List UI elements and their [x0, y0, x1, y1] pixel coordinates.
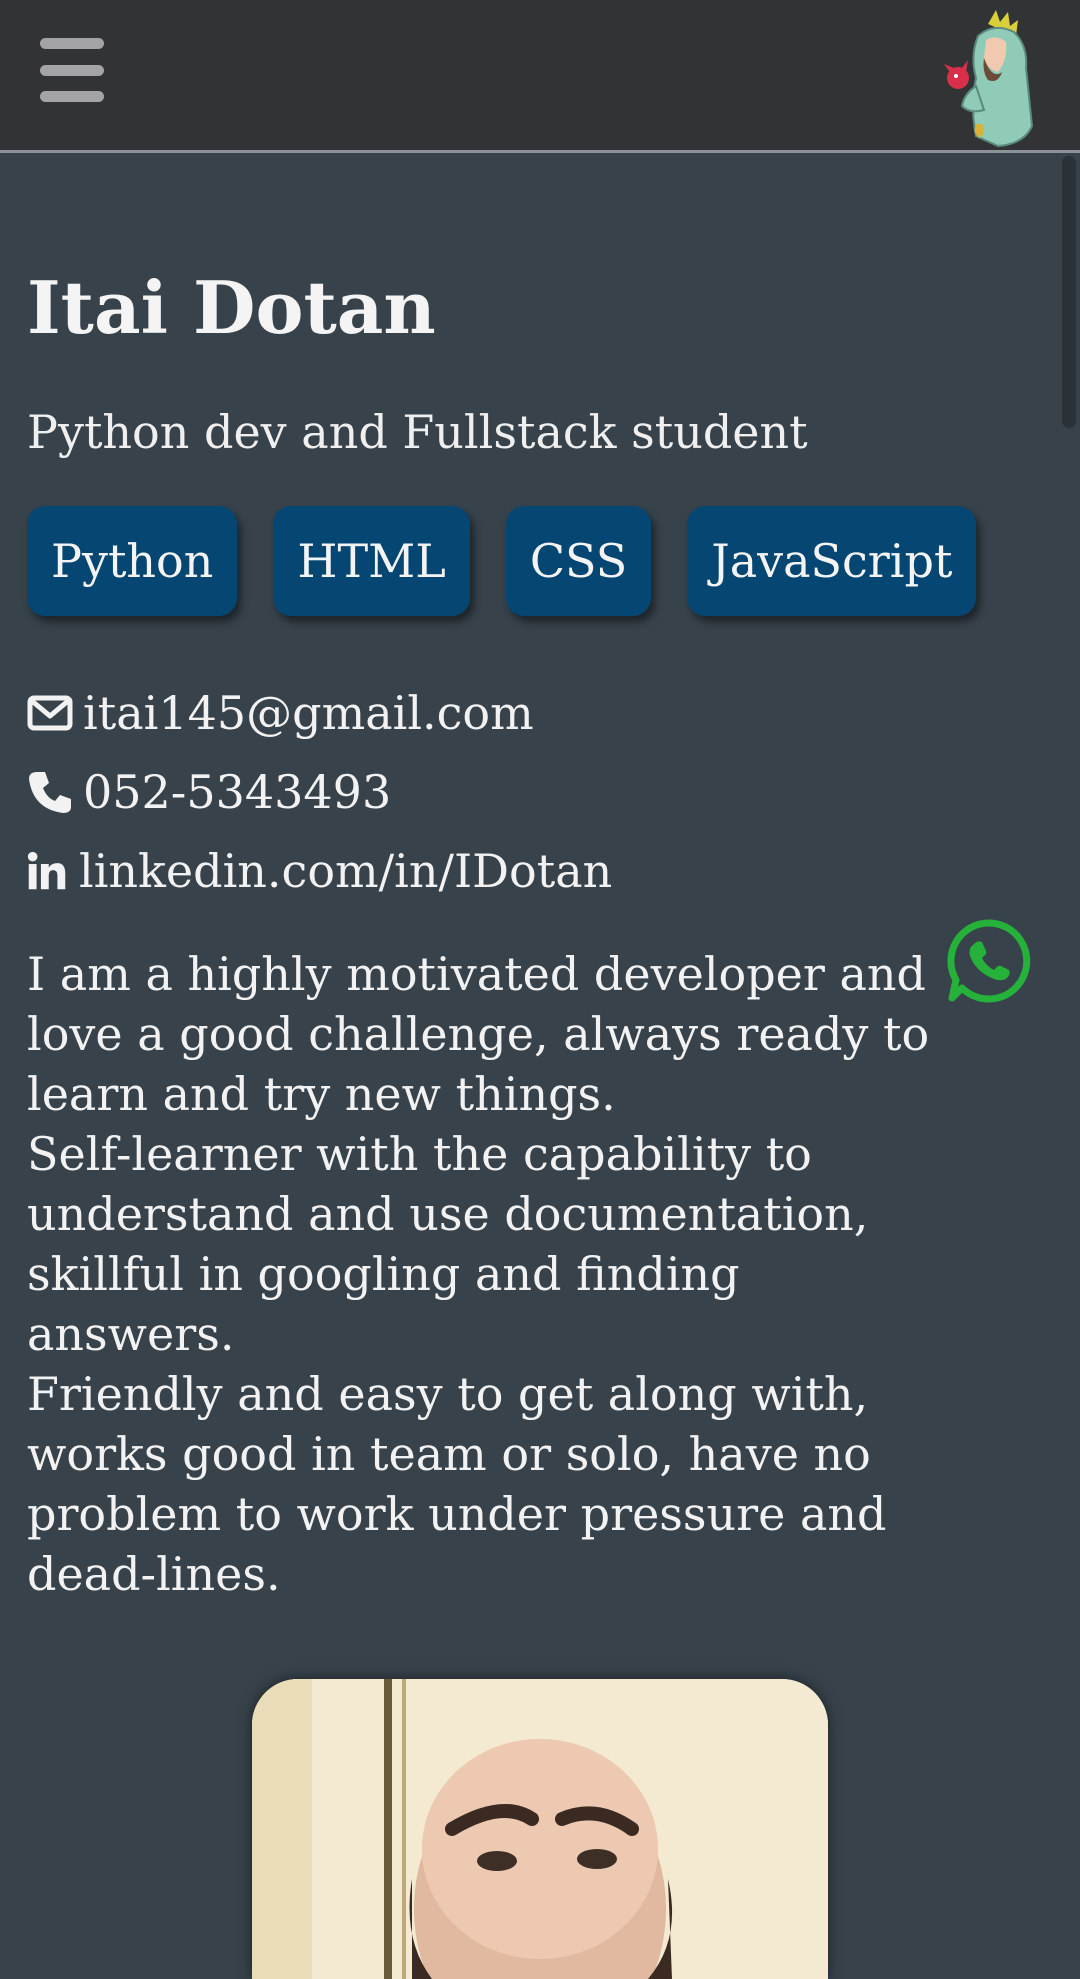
- phone-number[interactable]: 052-5343493: [83, 757, 391, 827]
- hamburger-line: [40, 91, 104, 102]
- linkedin-icon: [27, 851, 66, 890]
- about-paragraph: I am a highly motivated developer and lo…: [27, 947, 930, 1121]
- about-section: I am a highly motivated developer and lo…: [27, 944, 947, 1604]
- skill-button-html[interactable]: HTML: [273, 506, 470, 616]
- character-logo-icon[interactable]: [936, 6, 1046, 148]
- portrait-image: [252, 1679, 828, 1979]
- contact-linkedin[interactable]: linkedin.com/in/IDotan: [27, 836, 947, 906]
- profile-name: Itai Dotan: [27, 265, 436, 350]
- skills-list: Python HTML CSS JavaScript: [27, 506, 977, 616]
- whatsapp-icon[interactable]: [946, 918, 1032, 1004]
- scrollbar-thumb[interactable]: [1062, 156, 1076, 428]
- hamburger-line: [40, 64, 104, 76]
- profile-photo: [252, 1679, 828, 1979]
- phone-icon: [29, 772, 71, 813]
- skill-button-css[interactable]: CSS: [505, 506, 652, 616]
- hamburger-line: [40, 38, 104, 49]
- top-navigation-bar: [0, 0, 1080, 153]
- about-paragraph: Self-learner with the capability to unde…: [27, 1127, 869, 1361]
- envelope-icon: [27, 695, 73, 731]
- contact-email[interactable]: itai145@gmail.com: [27, 678, 947, 748]
- hamburger-menu-icon[interactable]: [40, 38, 104, 102]
- contact-list: itai145@gmail.com 052-5343493 linkedin.c…: [27, 678, 947, 906]
- page-scrollbar[interactable]: [1062, 156, 1076, 1920]
- profile-content: Itai Dotan Python dev and Fullstack stud…: [27, 260, 977, 1604]
- linkedin-link[interactable]: linkedin.com/in/IDotan: [79, 836, 612, 906]
- skill-button-python[interactable]: Python: [27, 506, 238, 616]
- skill-button-javascript[interactable]: JavaScript: [687, 506, 977, 616]
- about-paragraph: Friendly and easy to get along with, wor…: [27, 1367, 887, 1601]
- email-link[interactable]: itai145@gmail.com: [83, 678, 534, 748]
- contact-phone[interactable]: 052-5343493: [27, 757, 947, 827]
- profile-tagline: Python dev and Fullstack student: [27, 405, 808, 459]
